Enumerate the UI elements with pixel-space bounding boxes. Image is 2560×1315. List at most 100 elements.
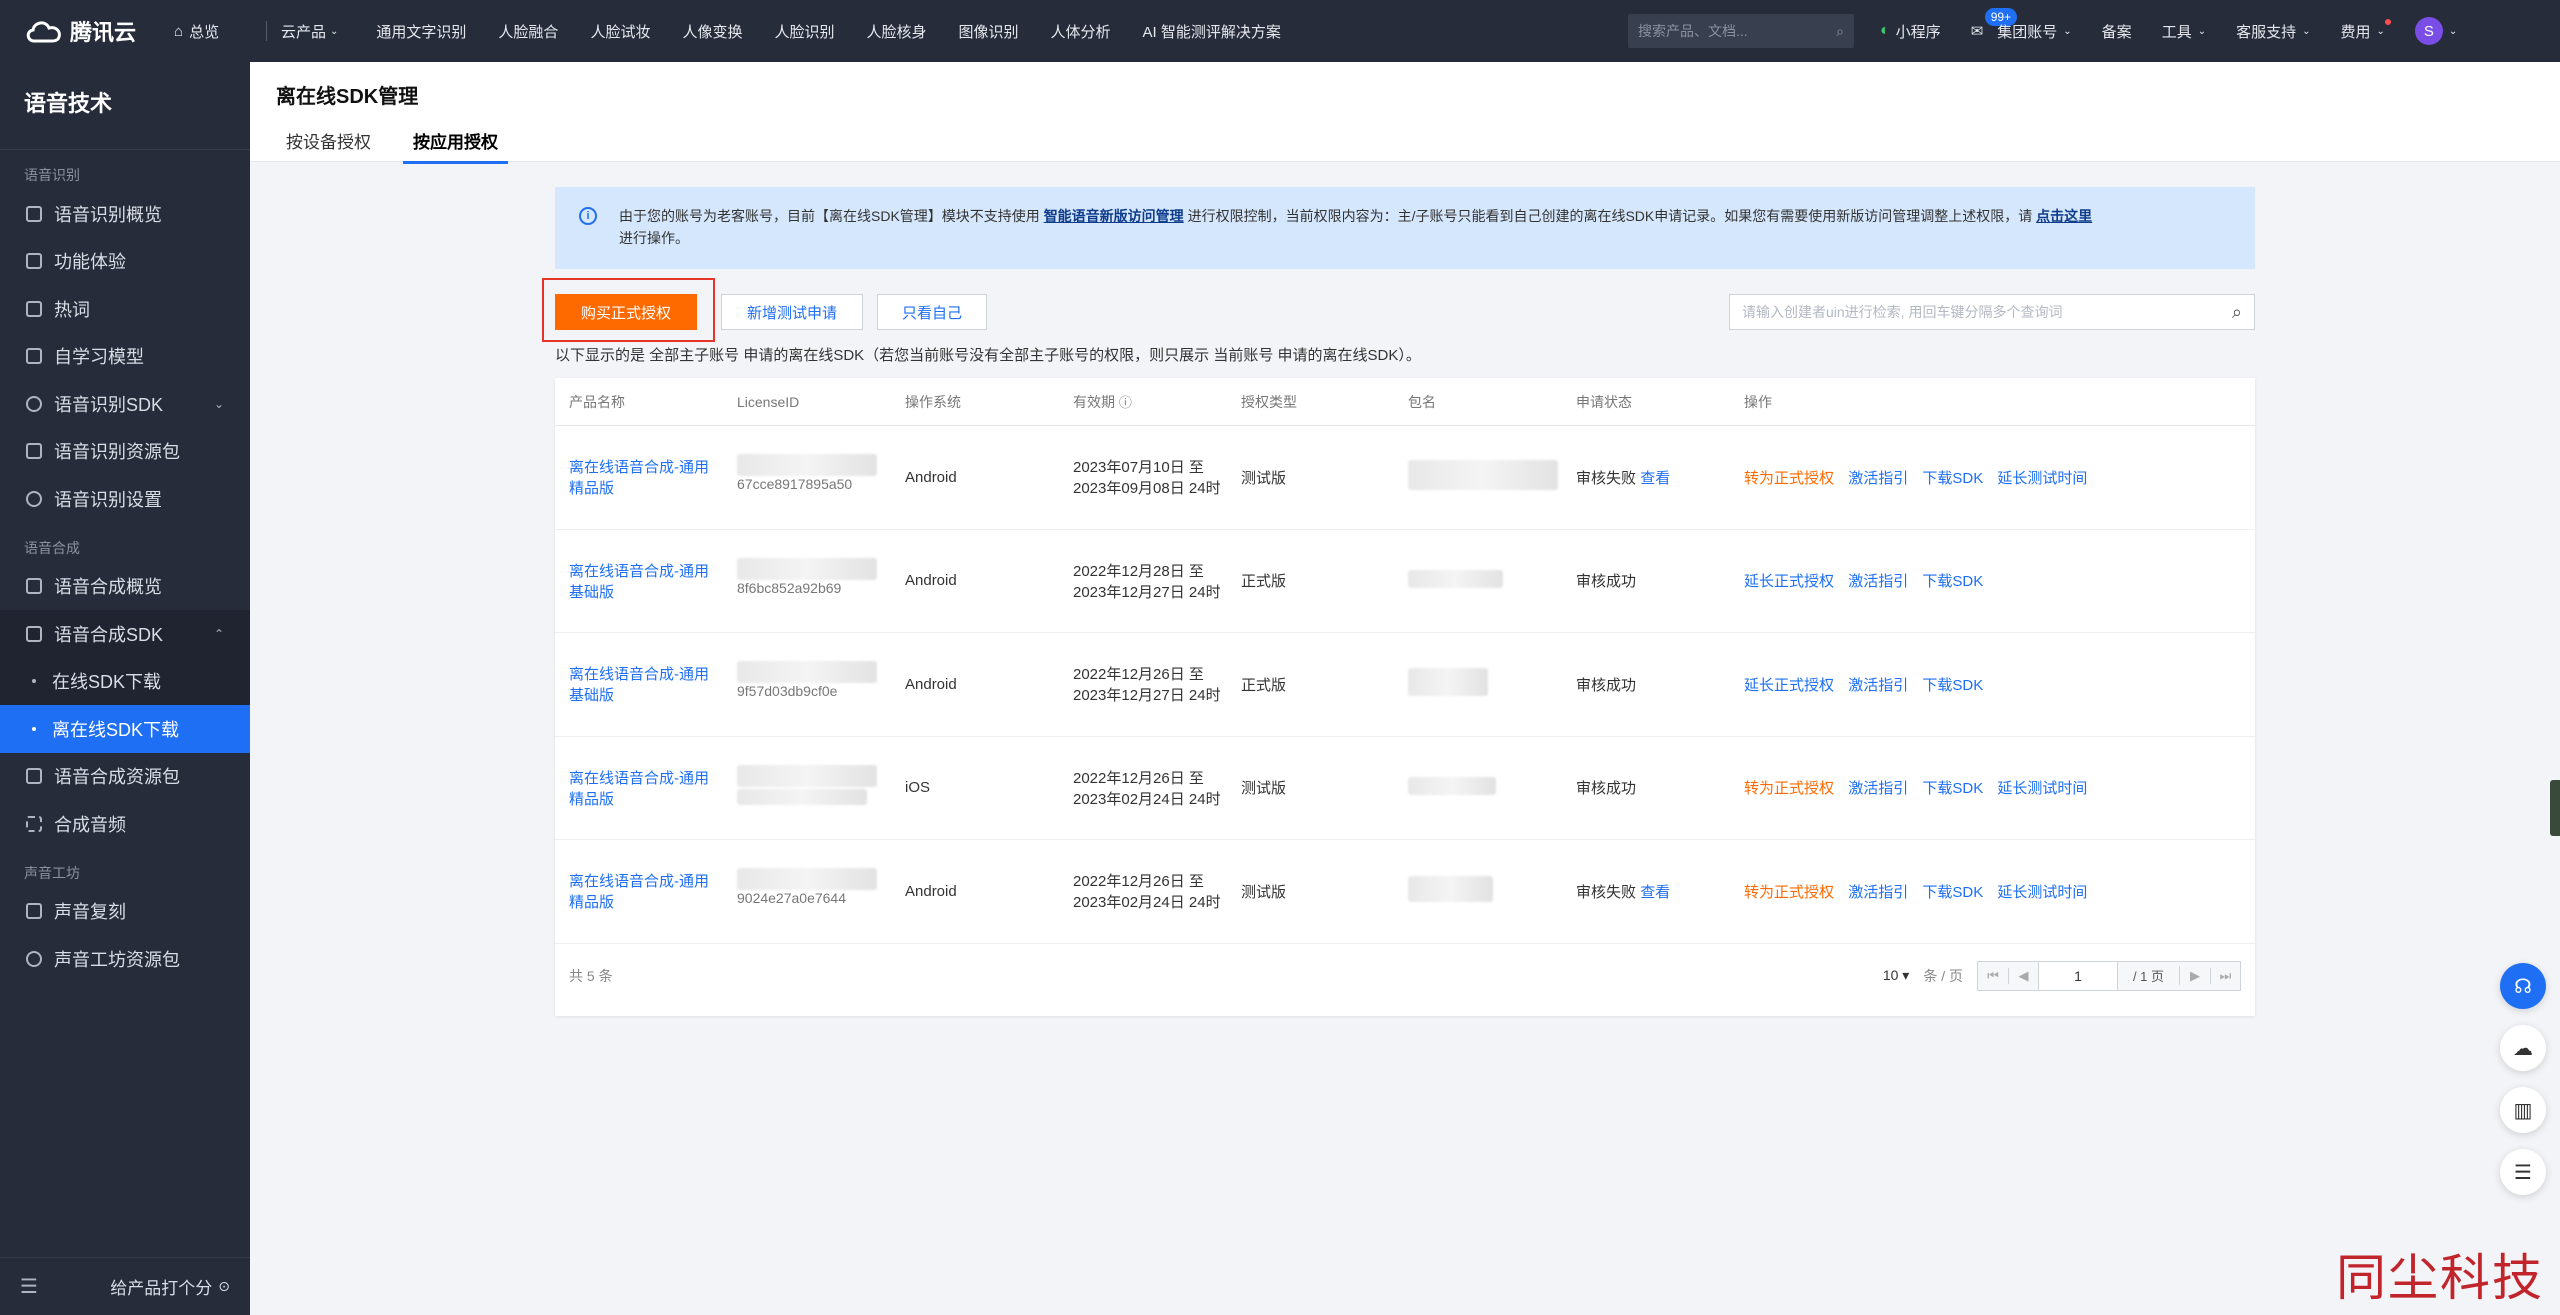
- sidebar-item-hotwords[interactable]: 热词: [0, 285, 250, 333]
- account-dropdown[interactable]: 集团账号 ⌄: [1997, 21, 2071, 42]
- license-id-cell: 9024e27a0e7644: [723, 868, 891, 914]
- view-reason-link[interactable]: 查看: [1640, 470, 1670, 487]
- next-page-icon[interactable]: ▶: [2180, 968, 2210, 984]
- sidebar-item-online-sdk[interactable]: 在线SDK下载: [0, 657, 250, 705]
- product-link[interactable]: 离在线语音合成-通用基础版: [555, 560, 723, 602]
- nav-link-face-verify[interactable]: 人脸核身: [866, 21, 926, 42]
- miniprogram-link[interactable]: ◐ 小程序: [1880, 21, 1941, 42]
- only-mine-button[interactable]: 只看自己: [877, 294, 987, 330]
- download-sdk-link[interactable]: 下载SDK: [1922, 470, 1983, 487]
- creator-search-input[interactable]: 请输入创建者uin进行检索, 用回车键分隔多个查询词 ⌕: [1729, 294, 2255, 330]
- tab-device-auth[interactable]: 按设备授权: [276, 128, 381, 164]
- redacted-license-id: [737, 557, 877, 580]
- activation-guide-link[interactable]: 激活指引: [1848, 884, 1908, 901]
- rate-product-button[interactable]: 给产品打个分 ⊙: [110, 1274, 230, 1299]
- collapse-sidebar-icon[interactable]: ☰: [20, 1274, 38, 1299]
- sidebar-item-label: 功能体验: [54, 252, 126, 273]
- global-search-input[interactable]: 搜索产品、文档... ⌕: [1628, 14, 1854, 48]
- billing-dropdown[interactable]: 费用 ⌄: [2341, 18, 2391, 42]
- sidebar-item-asr-settings[interactable]: 语音识别设置: [0, 475, 250, 523]
- search-icon[interactable]: ⌕: [2232, 302, 2242, 323]
- sidebar-item-synth-audio[interactable]: 合成音频: [0, 800, 250, 848]
- col-validity: 有效期 ⓘ: [1059, 392, 1227, 412]
- nav-link-face-makeup[interactable]: 人脸试妆: [590, 21, 650, 42]
- nav-link-ocr[interactable]: 通用文字识别: [376, 21, 466, 42]
- sidebar-item-asr-overview[interactable]: 语音识别概览: [0, 190, 250, 238]
- os-cell: Android: [905, 468, 957, 486]
- nav-link-image-recognition[interactable]: 图像识别: [959, 21, 1019, 42]
- extend-test-link[interactable]: 延长测试时间: [1997, 780, 2087, 797]
- last-page-icon[interactable]: ⏭: [2210, 967, 2240, 984]
- nav-link-face-fusion[interactable]: 人脸融合: [498, 21, 558, 42]
- sidebar-item-tts-package[interactable]: 语音合成资源包: [0, 753, 250, 801]
- os-cell: Android: [905, 572, 957, 590]
- mail-button[interactable]: ✉ 99+: [1971, 8, 2018, 40]
- page-number-input[interactable]: 1: [2038, 961, 2118, 990]
- download-sdk-link[interactable]: 下载SDK: [1922, 677, 1983, 694]
- nav-link-portrait[interactable]: 人像变换: [682, 21, 742, 42]
- redacted-license-id: [737, 764, 877, 787]
- cloud-feedback-button[interactable]: ☁: [2500, 1025, 2546, 1071]
- convert-formal-link[interactable]: 转为正式授权: [1744, 884, 1834, 901]
- product-link[interactable]: 离在线语音合成-通用精品版: [555, 456, 723, 498]
- support-dropdown[interactable]: 客服支持 ⌄: [2236, 21, 2310, 42]
- sidebar-item-offline-sdk[interactable]: 离在线SDK下载: [0, 705, 250, 753]
- convert-formal-link[interactable]: 转为正式授权: [1744, 780, 1834, 797]
- nav-link-body-analysis[interactable]: 人体分析: [1051, 21, 1111, 42]
- page-title: 离在线SDK管理: [276, 86, 419, 108]
- sidebar-item-voice-clone[interactable]: 声音复刻: [0, 888, 250, 936]
- extend-formal-link[interactable]: 延长正式授权: [1744, 677, 1834, 694]
- nav-home[interactable]: ⌂ 总览: [174, 21, 266, 42]
- sidebar-item-tts-sdk[interactable]: 语音合成SDK ⌃: [0, 610, 250, 658]
- sidebar-item-experience[interactable]: 功能体验: [0, 238, 250, 286]
- filing-link[interactable]: 备案: [2102, 21, 2132, 42]
- docs-button[interactable]: ▥: [2500, 1087, 2546, 1133]
- activation-guide-link[interactable]: 激活指引: [1848, 573, 1908, 590]
- page-size-select[interactable]: 10 ▾: [1883, 967, 1910, 984]
- product-link[interactable]: 离在线语音合成-通用精品版: [555, 767, 723, 809]
- buy-license-button[interactable]: 购买正式授权: [555, 294, 697, 330]
- nav-link-ai-evaluation[interactable]: AI 智能测评解决方案: [1143, 21, 1281, 42]
- sidebar-item-self-learning[interactable]: 自学习模型: [0, 333, 250, 381]
- access-management-link[interactable]: 智能语音新版访问管理: [1044, 208, 1184, 224]
- document-icon: [26, 903, 42, 920]
- customer-service-button[interactable]: ☊: [2500, 963, 2546, 1009]
- convert-formal-link[interactable]: 转为正式授权: [1744, 470, 1834, 487]
- tab-app-auth[interactable]: 按应用授权: [403, 128, 508, 164]
- os-cell: iOS: [905, 779, 931, 797]
- nav-link-face-recognition[interactable]: 人脸识别: [774, 21, 834, 42]
- download-sdk-link[interactable]: 下载SDK: [1922, 780, 1983, 797]
- redacted-license-id: [737, 788, 867, 805]
- extend-test-link[interactable]: 延长测试时间: [1997, 884, 2087, 901]
- sidebar-item-voice-package[interactable]: 声音工坊资源包: [0, 935, 250, 983]
- activation-guide-link[interactable]: 激活指引: [1848, 780, 1908, 797]
- global-search-placeholder: 搜索产品、文档...: [1638, 23, 1748, 39]
- product-link[interactable]: 离在线语音合成-通用基础版: [555, 663, 723, 705]
- info-icon[interactable]: ⓘ: [1119, 395, 1132, 410]
- sidebar-group-tts: 语音合成: [24, 539, 80, 556]
- activation-guide-link[interactable]: 激活指引: [1848, 677, 1908, 694]
- search-icon[interactable]: ⌕: [1836, 23, 1844, 40]
- sidebar-item-asr-package[interactable]: 语音识别资源包: [0, 428, 250, 476]
- settings-icon: [26, 490, 42, 507]
- click-here-link[interactable]: 点击这里: [2036, 208, 2092, 224]
- view-reason-link[interactable]: 查看: [1640, 884, 1670, 901]
- first-page-icon[interactable]: ⏮: [1978, 968, 2008, 984]
- side-drawer-handle[interactable]: [2550, 780, 2560, 836]
- extend-formal-link[interactable]: 延长正式授权: [1744, 573, 1834, 590]
- brand-logo[interactable]: 腾讯云: [24, 15, 174, 47]
- sidebar-item-tts-overview[interactable]: 语音合成概览: [0, 563, 250, 611]
- download-sdk-link[interactable]: 下载SDK: [1922, 884, 1983, 901]
- extend-test-link[interactable]: 延长测试时间: [1997, 470, 2087, 487]
- user-menu[interactable]: S ⌄: [2414, 17, 2457, 45]
- activation-guide-link[interactable]: 激活指引: [1848, 470, 1908, 487]
- prev-page-icon[interactable]: ◀: [2008, 967, 2038, 984]
- menu-button[interactable]: ☰: [2500, 1149, 2546, 1195]
- package-icon: [26, 443, 42, 460]
- new-test-button[interactable]: 新增测试申请: [721, 294, 863, 330]
- sidebar-item-asr-sdk[interactable]: 语音识别SDK ⌄: [0, 380, 250, 428]
- nav-products-dropdown[interactable]: 云产品 ⌄: [281, 21, 338, 42]
- download-sdk-link[interactable]: 下载SDK: [1922, 573, 1983, 590]
- tools-dropdown[interactable]: 工具 ⌄: [2162, 21, 2206, 42]
- product-link[interactable]: 离在线语音合成-通用精品版: [555, 870, 723, 912]
